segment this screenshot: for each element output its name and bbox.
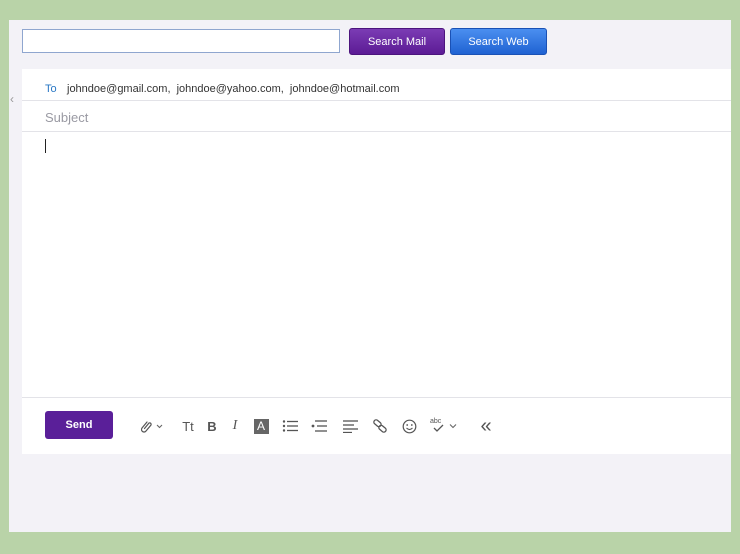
mail-window: ‹ Search Mail Search Web To johndoe@gmai… (9, 20, 731, 532)
link-button[interactable] (371, 417, 389, 435)
attach-button[interactable] (137, 417, 167, 435)
collapse-icon: « (480, 415, 492, 437)
message-body[interactable] (45, 139, 715, 389)
subject-input[interactable] (45, 108, 445, 126)
italic-button[interactable]: I (229, 417, 241, 435)
to-row[interactable]: To johndoe@gmail.com, johndoe@yahoo.com,… (22, 69, 731, 101)
spellcheck-button[interactable]: abc (428, 417, 460, 435)
emoji-icon (402, 419, 416, 433)
link-icon (373, 419, 387, 433)
to-label: To (45, 83, 57, 95)
bold-button[interactable]: B (205, 417, 219, 435)
subject-row (22, 101, 731, 132)
indent-button[interactable] (310, 417, 328, 435)
text-color-button[interactable]: A (253, 417, 269, 435)
collapse-toolbar-button[interactable]: « (478, 415, 494, 437)
spellcheck-icon: abc (430, 418, 448, 434)
send-button[interactable]: Send (45, 411, 113, 439)
search-input[interactable] (22, 29, 340, 53)
text-caret (45, 139, 46, 153)
paperclip-icon (140, 421, 163, 433)
bold-icon: B (207, 418, 217, 434)
to-recipients[interactable]: johndoe@gmail.com, johndoe@yahoo.com, jo… (67, 83, 400, 95)
font-size-icon: Tt (182, 418, 194, 434)
search-web-button[interactable]: Search Web (450, 28, 547, 55)
text-color-icon: A (253, 418, 269, 434)
chevron-down-icon (449, 424, 457, 429)
bulleted-list-icon (282, 420, 298, 432)
left-edge-chevron-icon: ‹ (10, 92, 14, 106)
align-icon (342, 420, 358, 433)
compose-toolbar: Send Tt B I A abc « (22, 397, 731, 455)
font-size-button[interactable]: Tt (179, 417, 197, 435)
italic-icon: I (232, 418, 238, 433)
bulleted-list-button[interactable] (281, 417, 299, 435)
indent-icon (311, 420, 327, 432)
search-mail-button[interactable]: Search Mail (349, 28, 445, 55)
align-button[interactable] (341, 417, 359, 435)
compose-panel: To johndoe@gmail.com, johndoe@yahoo.com,… (22, 69, 731, 454)
emoji-button[interactable] (400, 417, 418, 435)
